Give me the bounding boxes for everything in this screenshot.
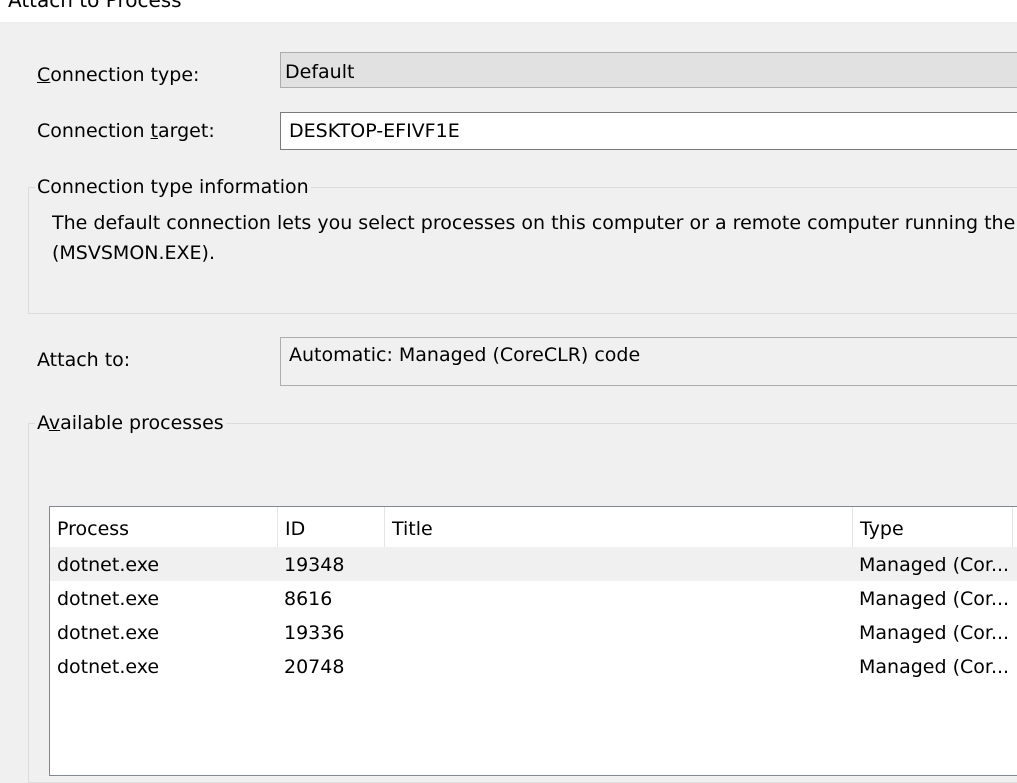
column-header-process[interactable]: Process: [50, 507, 278, 547]
process-table-header: Process ID Title Type: [50, 507, 1017, 547]
connection-type-value: Default: [285, 61, 355, 83]
attach-to-selector[interactable]: Automatic: Managed (CoreCLR) code: [280, 337, 1017, 386]
connection-target-input[interactable]: DESKTOP-EFIVF1E: [280, 112, 1017, 150]
process-type: Managed (Cor...: [859, 554, 1009, 576]
window-title: Attach to Process: [8, 0, 182, 12]
process-title: [391, 581, 851, 615]
process-name: dotnet.exe: [57, 554, 160, 576]
attach-to-value: Automatic: Managed (CoreCLR) code: [289, 344, 641, 366]
connection-type-dropdown[interactable]: Default: [280, 52, 1017, 88]
connection-info-line2: (MSVSMON.EXE).: [52, 242, 216, 264]
process-row[interactable]: dotnet.exe 19348 Managed (Cor...: [50, 547, 1017, 581]
process-type: Managed (Cor...: [859, 622, 1009, 644]
process-title: [391, 615, 851, 649]
process-row[interactable]: dotnet.exe 8616 Managed (Cor...: [50, 581, 1017, 615]
process-id: 19348: [284, 554, 345, 576]
process-table[interactable]: Process ID Title Type dotnet.exe 19348 M…: [49, 506, 1017, 776]
column-header-type[interactable]: Type: [853, 507, 1013, 547]
column-header-id[interactable]: ID: [278, 507, 385, 547]
title-bar: Attach to Process: [0, 0, 1017, 22]
available-processes-legend: Available processes: [35, 412, 226, 434]
process-id: 20748: [284, 656, 345, 678]
connection-info-legend: Connection type information: [35, 176, 311, 198]
process-row[interactable]: dotnet.exe 20748 Managed (Cor...: [50, 649, 1017, 683]
connection-type-label: Connection type:: [37, 64, 200, 86]
process-row[interactable]: dotnet.exe 19336 Managed (Cor...: [50, 615, 1017, 649]
connection-info-line1: The default connection lets you select p…: [52, 212, 1017, 234]
column-header-title[interactable]: Title: [385, 507, 853, 547]
attach-to-label: Attach to:: [37, 349, 131, 371]
connection-info-text: The default connection lets you select p…: [52, 208, 1017, 268]
connection-target-label: Connection target:: [37, 120, 215, 142]
process-name: dotnet.exe: [57, 622, 160, 644]
process-title: [391, 547, 851, 581]
process-id: 19336: [284, 622, 345, 644]
process-name: dotnet.exe: [57, 656, 160, 678]
process-title: [391, 649, 851, 683]
connection-target-value: DESKTOP-EFIVF1E: [289, 120, 460, 142]
process-type: Managed (Cor...: [859, 588, 1009, 610]
process-id: 8616: [284, 588, 333, 610]
process-name: dotnet.exe: [57, 588, 160, 610]
process-type: Managed (Cor...: [859, 656, 1009, 678]
